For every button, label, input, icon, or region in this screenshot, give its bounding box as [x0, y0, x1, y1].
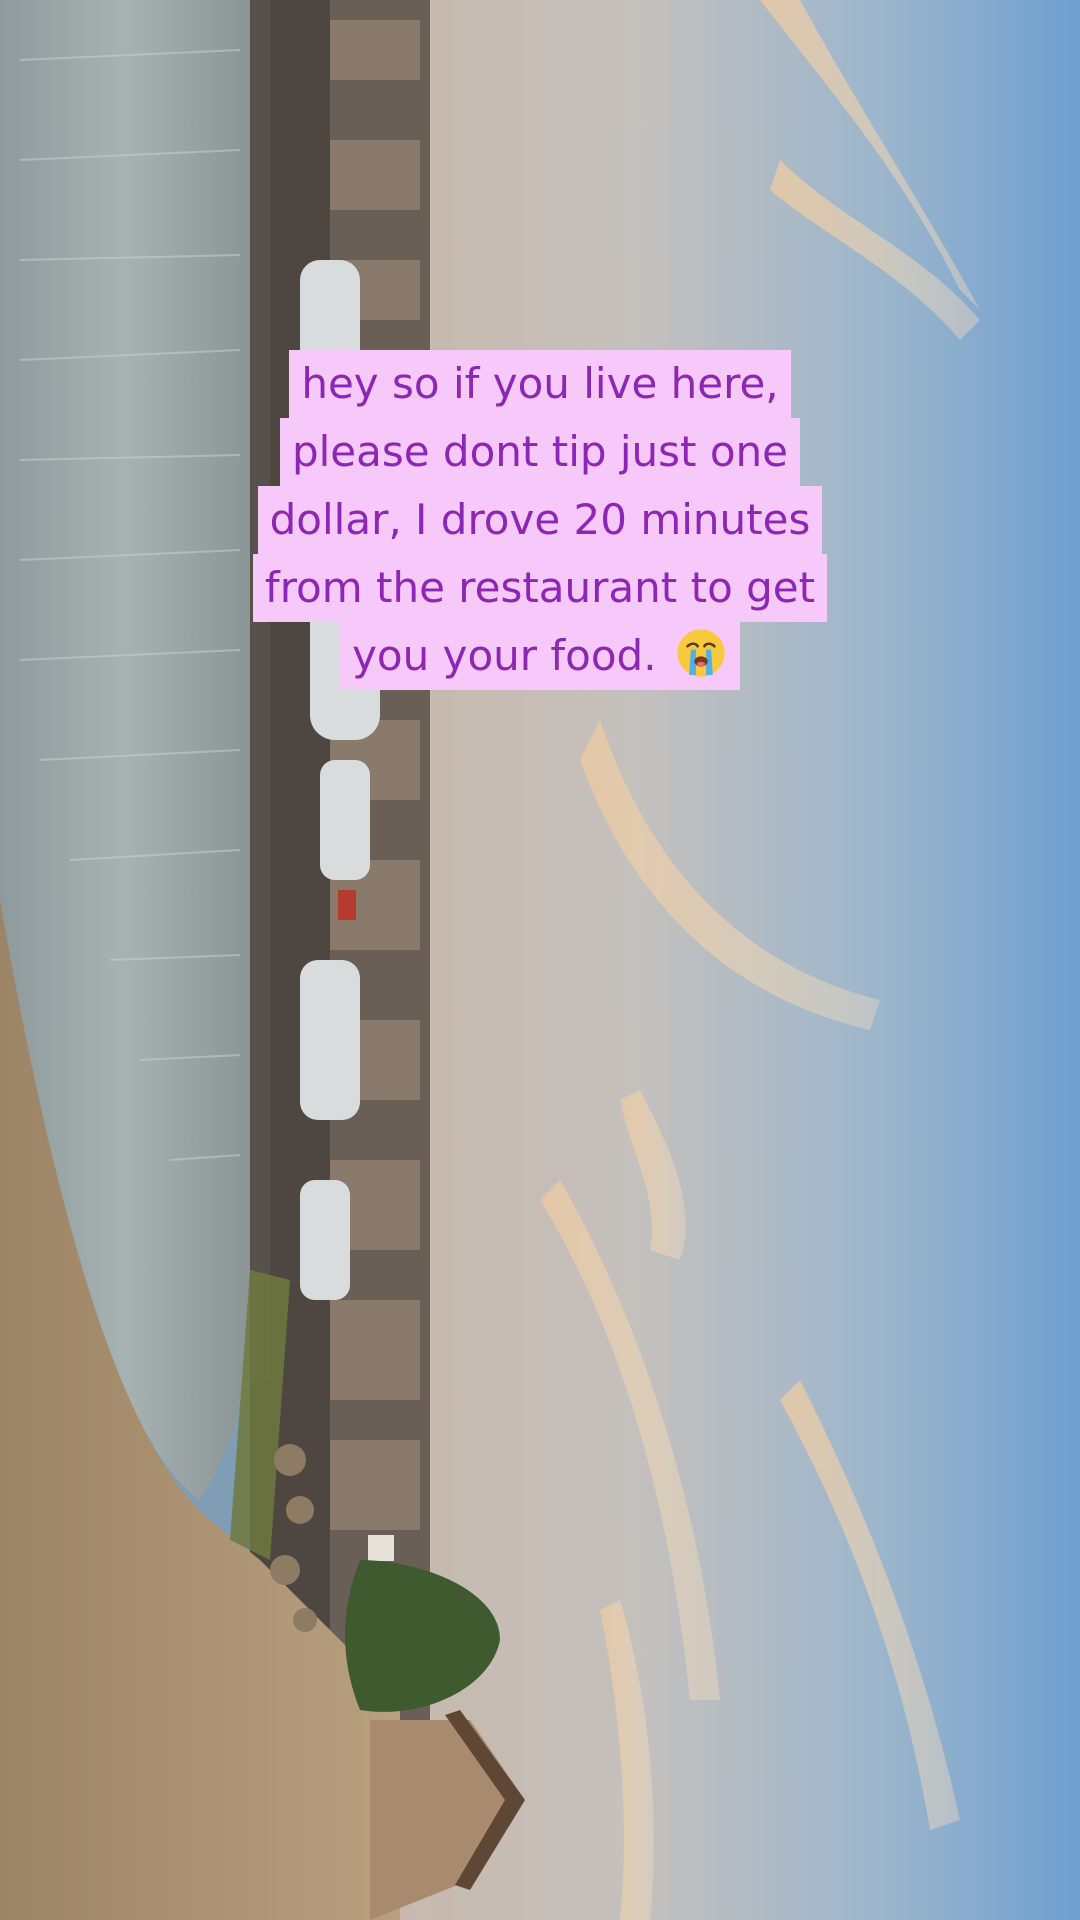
caption-text-2: please dont tip just one	[291, 427, 789, 476]
video-frame: hey so if you live here, please dont tip…	[0, 0, 1080, 1920]
caption-text-4: from the restaurant to get	[264, 563, 816, 612]
caption-line-1: hey so if you live here,	[289, 350, 791, 418]
caption-line-3: dollar, I drove 20 minutes	[257, 486, 823, 554]
red-boat-marker	[338, 890, 356, 920]
loudly-crying-face-emoji	[677, 629, 725, 677]
lake-sunset-photo	[0, 0, 1080, 1920]
caption-text-5: you your food.	[352, 631, 657, 680]
caption-line-5: you your food.	[340, 622, 740, 690]
caption-overlay: hey so if you live here, please dont tip…	[0, 350, 1080, 690]
sign	[368, 1535, 394, 1561]
caption-text-3: dollar, I drove 20 minutes	[269, 495, 811, 544]
caption-text-1: hey so if you live here,	[301, 359, 779, 408]
caption-line-2: please dont tip just one	[279, 418, 801, 486]
caption-line-4: from the restaurant to get	[252, 554, 828, 622]
